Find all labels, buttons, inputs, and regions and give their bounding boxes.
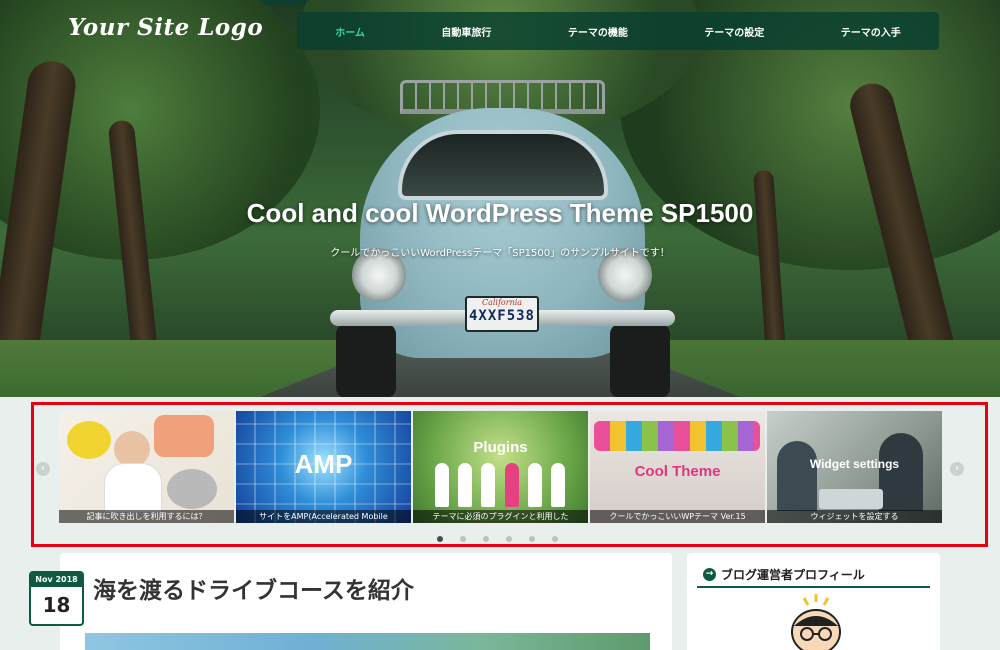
slide-caption: 記事に吹き出しを利用するには？ [59,510,234,523]
slide-image-text: AMP [294,449,353,479]
slide-image-text: Widget settings [809,457,900,471]
tire-right [610,324,670,397]
slide-image-text: Plugins [473,439,528,456]
site-logo[interactable]: Your Site Logo [68,14,263,41]
carousel-slide-amp[interactable]: AMP サイトをAMP(Accelerated Mobile [236,411,411,523]
nav-item-theme-features[interactable]: テーマの機能 [568,24,628,39]
speech-bubble-gray [167,469,217,509]
car-illustration: California 4XXF538 [330,78,675,397]
car-windshield [398,130,608,200]
laptop [819,489,883,509]
tire-left [336,324,396,397]
profile-avatar [786,592,846,650]
widget-title-label: ブログ運営者プロフィール [721,568,865,582]
widget-title: → ブログ運営者プロフィール [703,566,865,583]
post-thumbnail[interactable] [85,633,650,650]
speech-bubble-yellow [67,421,111,459]
nav-item-home[interactable]: ホーム [335,24,365,39]
post-date-day: 18 [42,593,71,617]
widget-title-divider [697,586,930,588]
woman-face [114,431,150,467]
arrow-right-icon: → [703,568,716,581]
carousel-slide-widget-settings[interactable]: Widget settings ウィジェットを設定する [767,411,942,523]
global-nav: ホーム 自動車旅行 テーマの機能 テーマの設定 テーマの入手 [297,12,939,50]
carousel-slides: 記事に吹き出しを利用するには？ AMP サイトをAMP(Accelerated … [59,411,942,523]
nav-item-car-travel[interactable]: 自動車旅行 [441,24,491,39]
carousel-slide-speech-bubble[interactable]: 記事に吹き出しを利用するには？ [59,411,234,523]
carousel-dot[interactable] [529,536,535,542]
carousel-dot[interactable] [460,536,466,542]
carousel-prev-icon[interactable]: ‹ [36,462,50,476]
carousel-slide-plugins[interactable]: Plugins テーマに必須のプラグインと利用した [413,411,588,523]
post-title[interactable]: 海を渡るドライブコースを紹介 [93,571,414,605]
carousel-pagination [437,536,558,542]
license-plate: California 4XXF538 [465,296,539,332]
nav-item-get-theme[interactable]: テーマの入手 [841,24,901,39]
person-right [879,433,923,511]
slide-caption: クールでかっこいいWPテーマ Ver.15 [590,510,765,523]
carousel-dot[interactable] [506,536,512,542]
hero-subtitle: クールでかっこいいWordPressテーマ「SP1500」のサンプルサイトです！ [330,248,670,259]
post-date-month: Nov 2018 [31,573,82,587]
nav-item-theme-settings[interactable]: テーマの設定 [704,24,764,39]
woman-body [104,463,162,513]
hero-banner: California 4XXF538 Your Site Logo ホーム 自動… [0,0,1000,397]
slide-caption: サイトをAMP(Accelerated Mobile [236,510,411,523]
carousel-next-icon[interactable]: › [950,462,964,476]
slide-caption: ウィジェットを設定する [767,510,942,523]
carousel-dot[interactable] [483,536,489,542]
puzzle-pieces [594,421,760,451]
post-date-badge: Nov 2018 18 [29,571,84,626]
hero-title: Cool and cool WordPress Theme SP1500 [246,198,754,228]
plate-number: 4XXF538 [468,308,535,324]
people-figures [435,463,565,507]
carousel-dot[interactable] [552,536,558,542]
carousel-slide-cool-theme[interactable]: Cool Theme クールでかっこいいWPテーマ Ver.15 [590,411,765,523]
carousel-dot[interactable] [437,536,443,542]
speech-bubble-orange [154,415,214,457]
slide-image-text: Cool Theme [634,463,721,480]
person-left [777,441,817,511]
plate-state: California [481,298,523,307]
slide-caption: テーマに必須のプラグインと利用した [413,510,588,523]
